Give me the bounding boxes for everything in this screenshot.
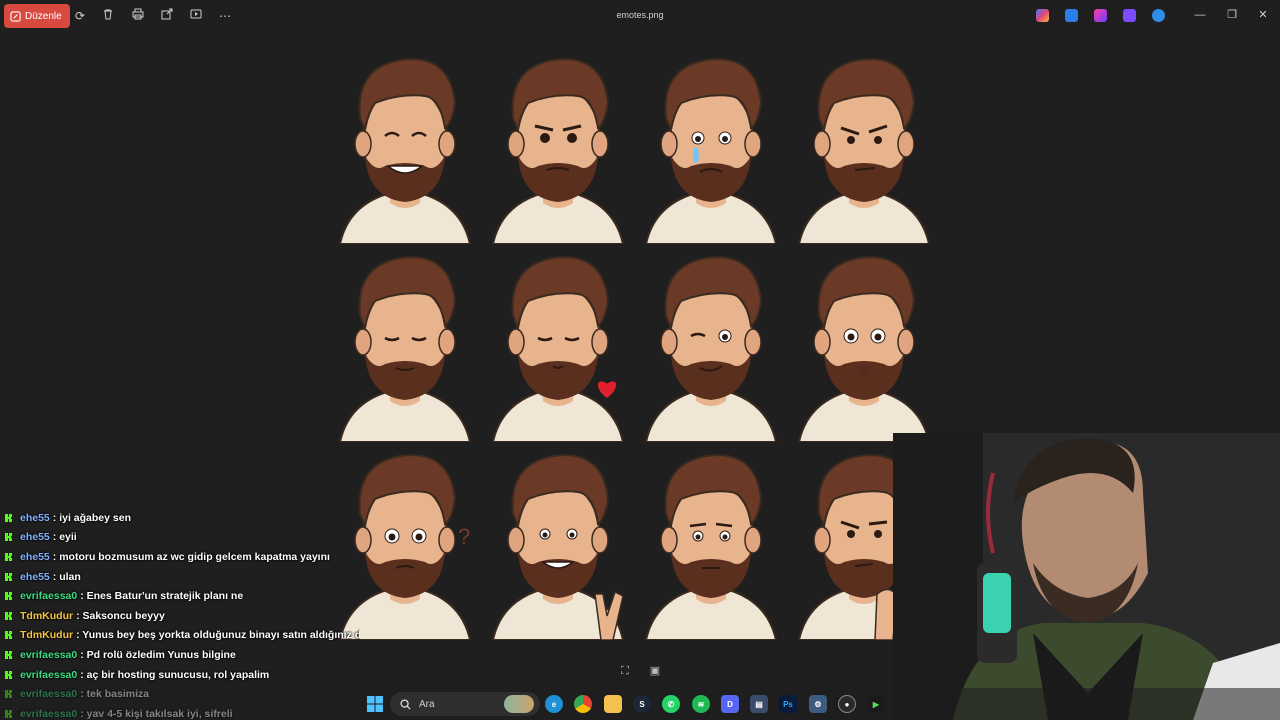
spotify-icon[interactable]: ≋ bbox=[692, 695, 710, 713]
emote-5 bbox=[330, 246, 480, 442]
chat-text: : aç bir hosting sunucusu, rol yapalim bbox=[80, 668, 270, 681]
edit-button-label: Düzenle bbox=[25, 10, 62, 22]
restore-icon[interactable]: ❐ bbox=[1225, 8, 1239, 22]
chat-username[interactable]: TdmKudur bbox=[20, 610, 73, 622]
emote-grid-image: ? bbox=[330, 48, 942, 640]
settings-icon[interactable]: ⚙ bbox=[809, 695, 827, 713]
kick-badge-icon bbox=[5, 631, 12, 640]
print-icon[interactable] bbox=[130, 8, 146, 24]
chat-message: evrifaessa0: Pd rolü özledim Yunus bilgi… bbox=[0, 645, 360, 665]
designer-icon[interactable] bbox=[1123, 9, 1136, 22]
taskbar-search-box[interactable]: Ara bbox=[390, 692, 540, 716]
emote-3 bbox=[636, 48, 786, 244]
obs-icon[interactable]: ● bbox=[838, 695, 856, 713]
clipchamp-icon[interactable] bbox=[1094, 9, 1107, 22]
slideshow-icon[interactable] bbox=[188, 8, 204, 24]
onedrive-icon[interactable] bbox=[1152, 9, 1165, 22]
chat-username[interactable]: ehe55 bbox=[20, 512, 50, 524]
kick-badge-icon bbox=[5, 611, 12, 620]
chat-message: evrifaessa0: Enes Batur'un stratejik pla… bbox=[0, 586, 360, 606]
chat-message: ehe55: ulan bbox=[0, 567, 360, 587]
more-options-icon[interactable]: ⋯ bbox=[217, 8, 233, 24]
whatsapp-icon[interactable]: ✆ bbox=[662, 695, 680, 713]
actual-size-icon[interactable]: ▣ bbox=[648, 664, 662, 678]
webcam-overlay bbox=[893, 433, 1280, 720]
chat-text: : Pd rolü özledim Yunus bilgine bbox=[80, 648, 236, 661]
share-icon[interactable] bbox=[159, 8, 175, 24]
discord-icon[interactable]: D bbox=[721, 695, 739, 713]
chat-username[interactable]: ehe55 bbox=[20, 571, 50, 583]
svg-text:?: ? bbox=[458, 524, 470, 549]
kick-badge-icon bbox=[5, 670, 12, 679]
taskbar: Ara e S ✆ ≋ D ▤ Ps ⚙ ● ▶ bbox=[0, 688, 1280, 720]
kick-badge-icon bbox=[5, 592, 12, 601]
chat-text: : iyi ağabey sen bbox=[52, 511, 131, 524]
edge-icon[interactable]: e bbox=[545, 695, 563, 713]
photo-viewer-window: Düzenle ⟳ ⋯ emotes.png — ❐ ✕ ? ⛶ ▣ ehe55… bbox=[0, 0, 1280, 720]
file-explorer-icon[interactable] bbox=[604, 695, 622, 713]
chat-username[interactable]: evrifaessa0 bbox=[20, 649, 77, 661]
chat-text: : ulan bbox=[52, 570, 81, 583]
kick-badge-icon bbox=[5, 572, 12, 581]
paint-icon[interactable] bbox=[1065, 9, 1078, 22]
kick-badge-icon bbox=[5, 552, 12, 561]
emote-4 bbox=[789, 48, 939, 244]
title-bar: Düzenle ⟳ ⋯ emotes.png — ❐ ✕ bbox=[0, 0, 1280, 32]
close-icon[interactable]: ✕ bbox=[1256, 8, 1270, 22]
chat-username[interactable]: ehe55 bbox=[20, 531, 50, 543]
chat-message: TdmKudur: Saksoncu beyyy bbox=[0, 606, 360, 626]
fit-to-window-icon[interactable]: ⛶ bbox=[618, 664, 632, 678]
emote-10 bbox=[483, 444, 633, 640]
chat-message: TdmKudur: Yunus bey beş yorkta olduğunuz… bbox=[0, 626, 360, 646]
emote-6 bbox=[483, 246, 633, 442]
chat-message: ehe55: eyii bbox=[0, 528, 360, 548]
chat-username[interactable]: evrifaessa0 bbox=[20, 669, 77, 681]
chat-text: : Saksoncu beyyy bbox=[76, 609, 165, 622]
kick-badge-icon bbox=[5, 650, 12, 659]
chat-text: : Yunus bey beş yorkta olduğunuz binayı … bbox=[76, 629, 360, 642]
kick-badge-icon bbox=[5, 513, 12, 522]
delete-icon[interactable] bbox=[100, 8, 116, 24]
app-store-icon[interactable]: ▤ bbox=[750, 695, 768, 713]
windows-start-icon[interactable] bbox=[366, 695, 384, 713]
photoshop-icon[interactable]: Ps bbox=[779, 695, 797, 713]
emote-1 bbox=[330, 48, 480, 244]
chat-text: : motoru bozmusum az wc gidip gelcem kap… bbox=[52, 550, 330, 563]
chat-username[interactable]: evrifaessa0 bbox=[20, 590, 77, 602]
emote-7 bbox=[636, 246, 786, 442]
emote-11 bbox=[636, 444, 786, 640]
chat-username[interactable]: TdmKudur bbox=[20, 629, 73, 641]
search-highlight-icon bbox=[504, 695, 534, 713]
chat-message: ehe55: motoru bozmusum az wc gidip gelce… bbox=[0, 547, 360, 567]
chat-text: : Enes Batur'un stratejik planı ne bbox=[80, 590, 244, 603]
copilot-icon[interactable] bbox=[1036, 9, 1049, 22]
minimize-icon[interactable]: — bbox=[1193, 8, 1207, 22]
emote-8 bbox=[789, 246, 939, 442]
chrome-icon[interactable] bbox=[574, 695, 592, 713]
emote-2 bbox=[483, 48, 633, 244]
chat-text: : eyii bbox=[52, 531, 77, 544]
edit-button[interactable]: Düzenle bbox=[4, 4, 70, 28]
chat-message: ehe55: iyi ağabey sen bbox=[0, 508, 360, 528]
chat-username[interactable]: ehe55 bbox=[20, 551, 50, 563]
kick-badge-icon bbox=[5, 533, 12, 542]
steam-icon[interactable]: S bbox=[633, 695, 651, 713]
edit-icon bbox=[10, 10, 21, 22]
search-icon bbox=[400, 698, 411, 710]
media-player-icon[interactable]: ▶ bbox=[867, 695, 885, 713]
rotate-icon[interactable]: ⟳ bbox=[72, 8, 88, 24]
chat-message: evrifaessa0: aç bir hosting sunucusu, ro… bbox=[0, 665, 360, 685]
search-placeholder: Ara bbox=[419, 698, 435, 710]
